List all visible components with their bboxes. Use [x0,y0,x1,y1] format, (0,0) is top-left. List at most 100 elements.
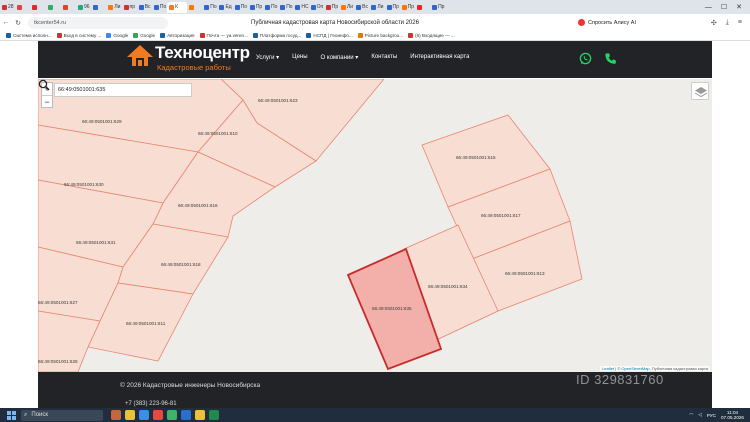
browser-tab[interactable]: По [278,2,293,13]
browser-tab[interactable]: По [233,2,248,13]
layers-button[interactable] [691,82,709,100]
bookmark-item[interactable]: Google [106,33,128,38]
browser-tab[interactable]: По [263,2,278,13]
wifi-icon[interactable]: ◠ [689,412,693,418]
site-nav-item[interactable]: О компании ▾ [321,54,359,61]
phone-icon[interactable] [604,52,617,65]
taskbar-app-icon[interactable] [167,410,177,420]
browser-tab[interactable]: По [152,2,167,13]
leaflet-link[interactable]: Leaflet [602,366,614,371]
reload-icon[interactable]: ↻ [12,19,24,27]
browser-tab[interactable]: Пр [430,2,445,13]
browser-tab[interactable]: Ли [106,2,121,13]
bookmark-item[interactable]: Вход в систему ... [56,33,101,38]
taskbar-app-icon[interactable] [195,410,205,420]
browser-tab[interactable] [30,2,45,13]
browser-tab[interactable] [187,2,202,13]
browser-tab[interactable] [46,2,61,13]
maximize-icon[interactable]: ☐ [721,3,727,11]
clock[interactable]: 11:04 07.05.2026 [721,410,744,420]
taskbar-app-icon[interactable] [111,410,121,420]
browser-tab[interactable]: Вс [354,2,369,13]
browser-tab[interactable]: Ли [339,2,354,13]
tab-favicon-icon [356,4,362,10]
address-bar: ← ↻ tkcenter54.ru Публичная кадастровая … [0,14,750,31]
browser-tab[interactable]: Вс [137,2,152,13]
logo-subtitle: Кадастровые работы [157,63,231,72]
footer-phone[interactable]: +7 (383) 223-96-81 [125,401,177,407]
alice-icon [578,19,585,26]
minimize-icon[interactable]: — [705,4,712,11]
browser-tab[interactable] [415,2,430,13]
osm-link[interactable]: OpenStreetMap [621,366,649,371]
tab-favicon-icon [123,4,129,10]
bookmark-item[interactable]: Picture backgrou... [357,33,403,38]
zoom-out-button[interactable]: − [42,95,52,107]
tab-favicon-icon [295,4,301,10]
browser-tab[interactable]: Ед [217,2,232,13]
parcel-label: 66:49:0501001:610 [198,131,238,136]
menu-icon[interactable]: ≡ [738,19,742,27]
taskbar-app-icon[interactable] [125,410,135,420]
site-nav-item[interactable]: Интерактивная карта [410,54,469,61]
bookmark-item[interactable]: Google [133,33,155,38]
bookmark-label: Система исполн... [13,33,52,38]
browser-tab[interactable]: Пр [248,2,263,13]
taskbar-search[interactable]: ⌕ Поиск [21,409,103,421]
tab-label: Ли [114,4,121,10]
browser-tab[interactable]: Пр [324,2,339,13]
bookmark-item[interactable]: НСПД | Геоинфо... [306,33,353,38]
whatsapp-icon[interactable] [579,52,592,65]
tab-favicon-icon [249,4,255,10]
tab-favicon-icon [340,4,346,10]
browser-tab[interactable]: Оп [309,2,324,13]
tab-label: Ли [377,4,384,10]
cadastral-map[interactable]: 66:49:0501001:623 66:49:0501001:629 66:49:… [38,79,712,372]
bookmark-item[interactable]: Платформа госуд... [252,33,301,38]
browser-tab[interactable]: НС [293,2,309,13]
alice-button[interactable]: Спросить Алису AI [578,19,636,26]
bookmark-icon [199,33,205,38]
browser-tab[interactable] [15,2,30,13]
windows-start-icon[interactable] [5,409,17,421]
bookmark-item[interactable]: Авторизация [160,33,195,38]
taskbar-app-icon[interactable] [209,410,219,420]
site-nav-item[interactable]: Контакты [371,54,397,61]
downloads-icon[interactable]: ⤓ [726,19,729,27]
browser-tab[interactable]: Пр [400,2,415,13]
tab-label: К [175,4,178,10]
close-icon[interactable]: ✕ [736,3,742,11]
bookmark-item[interactable]: Почта — ya.veren... [199,33,248,38]
taskbar-app-icon[interactable] [139,410,149,420]
browser-tab[interactable]: Пр [385,2,400,13]
language-indicator[interactable]: РУС [707,413,716,418]
browser-tab[interactable] [61,2,76,13]
browser-tab-active[interactable]: К [167,1,188,13]
map-canvas[interactable]: 66:49:0501001:623 66:49:0501001:629 66:49:… [38,79,712,372]
browser-tab[interactable]: Ли [369,2,384,13]
bookmark-item[interactable]: (6) Входящие — ... [408,33,455,38]
bookmark-icon [357,33,363,38]
cadastral-search-input[interactable]: 66:49:0501001:635 [54,83,192,97]
search-icon[interactable] [38,79,50,91]
site-nav-item[interactable]: Цены [292,54,307,61]
tab-label: По [240,4,247,10]
bookmark-item[interactable]: Система исполн... [6,33,52,38]
tab-favicon-icon [310,4,316,10]
extensions-icon[interactable]: ✣ [711,19,717,27]
browser-tab[interactable]: 28 [0,2,15,13]
taskbar-app-icon[interactable] [181,410,191,420]
logo-icon[interactable] [126,44,154,74]
volume-icon[interactable]: ◁ [698,412,702,418]
site-header: Техноцентр Кадастровые работы Услуги ▾ Це… [38,41,712,78]
browser-tab[interactable]: 96 [76,2,91,13]
url-field[interactable]: tkcenter54.ru [28,16,168,29]
browser-tab[interactable]: пр [122,2,137,13]
system-tray: ◠ ◁ РУС 11:04 07.05.2026 [689,408,744,422]
browser-tab[interactable]: По [202,2,217,13]
site-nav-item[interactable]: Услуги ▾ [256,54,279,61]
parcel-label: 66:49:0501001:617 [481,213,521,218]
back-icon[interactable]: ← [0,19,12,26]
taskbar-app-icon[interactable] [153,410,163,420]
browser-tab[interactable] [91,2,106,13]
